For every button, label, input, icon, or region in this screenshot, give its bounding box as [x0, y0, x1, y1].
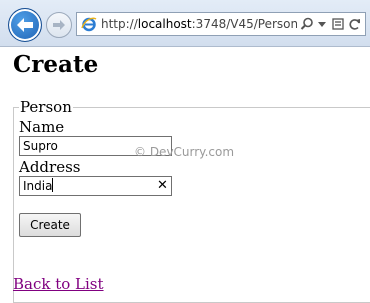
- url-prefix: http://: [101, 17, 138, 31]
- refresh-icon[interactable]: [348, 17, 362, 31]
- watermark-text: © DevCurry.com: [134, 145, 235, 159]
- ie-logo-icon: [81, 17, 97, 32]
- url-host: localhost: [137, 17, 192, 31]
- address-label: Address: [19, 158, 81, 176]
- back-to-list-link[interactable]: Back to List: [13, 275, 104, 293]
- dropdown-icon[interactable]: [317, 17, 327, 31]
- forward-arrow-icon: [53, 20, 65, 30]
- forward-button[interactable]: [46, 12, 72, 38]
- clear-input-icon[interactable]: ✕: [157, 179, 169, 193]
- address-field[interactable]: [19, 176, 172, 196]
- page-content: Create Person Name © DevCurry.com Addres…: [0, 47, 370, 303]
- name-label: Name: [19, 118, 65, 136]
- page-title: Create: [13, 51, 99, 78]
- compatibility-icon[interactable]: [331, 17, 345, 31]
- back-button[interactable]: [8, 8, 42, 42]
- text-caret: [52, 178, 53, 192]
- url-rest: :3748/V45/Person/Cr: [191, 17, 297, 31]
- url-text[interactable]: http://localhost:3748/V45/Person/Cr: [101, 17, 297, 31]
- fieldset-legend: Person: [19, 98, 73, 116]
- browser-toolbar: http://localhost:3748/V45/Person/Cr: [0, 0, 370, 47]
- create-button[interactable]: Create: [19, 213, 81, 237]
- search-icon[interactable]: [300, 17, 314, 31]
- back-arrow-icon: [17, 18, 33, 32]
- address-bar[interactable]: http://localhost:3748/V45/Person/Cr: [76, 12, 366, 36]
